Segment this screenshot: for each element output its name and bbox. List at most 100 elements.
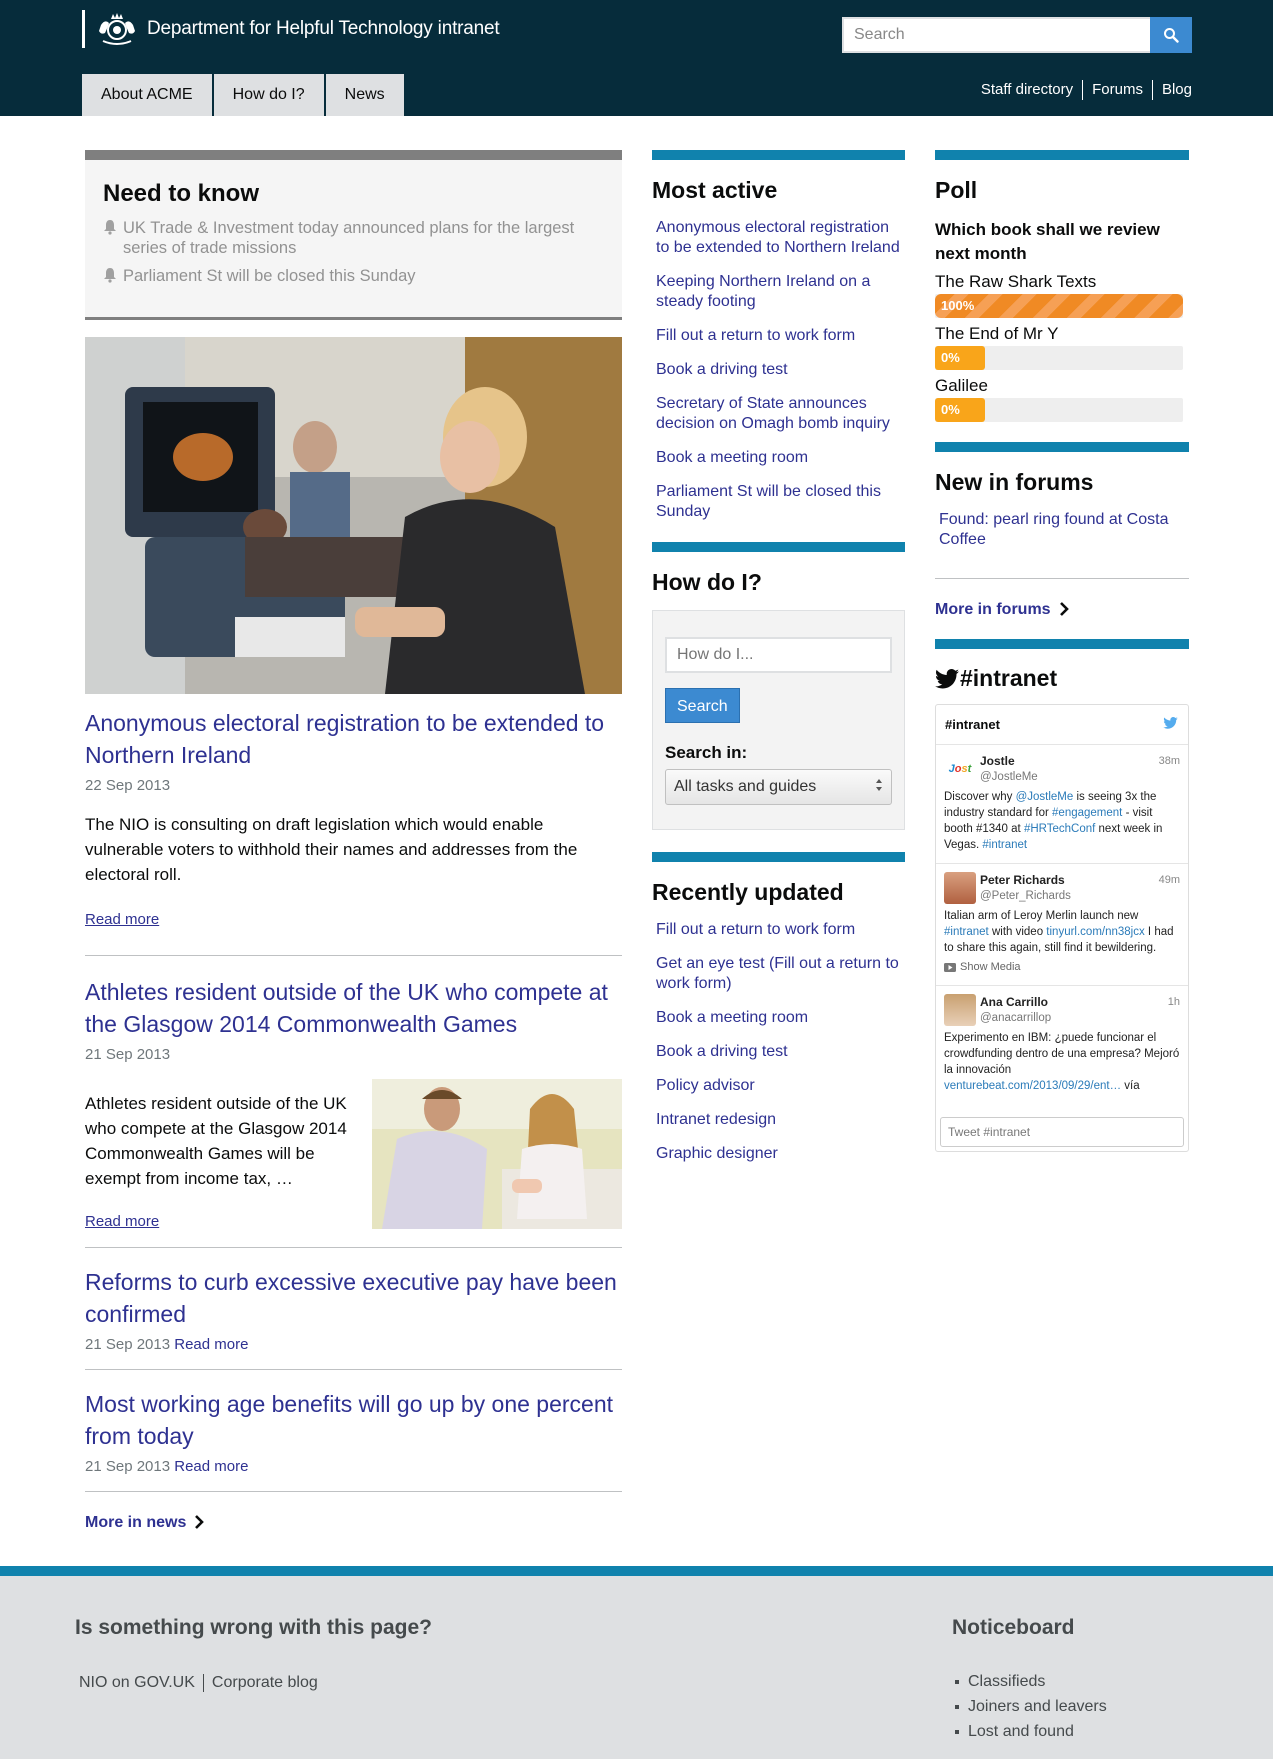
blog-link[interactable]: Blog — [1151, 80, 1192, 100]
avatar[interactable]: Jost — [944, 753, 976, 785]
most-active-link[interactable]: Book a meeting room — [652, 448, 905, 468]
poll-result-fill: 100% — [935, 294, 1183, 318]
avatar[interactable] — [944, 872, 976, 904]
poll-result-fill: 0% — [935, 346, 985, 370]
ultrasound-photo[interactable] — [85, 337, 622, 694]
tab-about-acme[interactable]: About ACME — [82, 74, 214, 116]
section-divider — [935, 442, 1189, 452]
noticeboard-item[interactable]: Joiners and leavers — [955, 1697, 1107, 1716]
how-do-i-heading: How do I? — [652, 569, 762, 595]
footer-link[interactable]: NIO on GOV.UK — [79, 1674, 203, 1692]
tweet-author-handle[interactable]: @anacarrillop — [980, 1010, 1168, 1026]
recently-updated-link[interactable]: Get an eye test (Fill out a return to wo… — [652, 954, 905, 994]
read-more-link[interactable]: Read more — [174, 1336, 248, 1353]
site-footer: Is something wrong with this page? NIO o… — [0, 1566, 1273, 1759]
recently-updated-link[interactable]: Policy advisor — [652, 1076, 905, 1096]
tweet-compose-box[interactable]: Tweet #intranet — [940, 1117, 1184, 1147]
noticeboard-item[interactable]: Lost and found — [955, 1722, 1107, 1741]
site-header: Department for Helpful Technology intran… — [0, 0, 1273, 116]
section-divider — [935, 150, 1189, 160]
more-in-forums-link[interactable]: More in forums — [935, 601, 1189, 619]
tweet-text: Experimento en IBM: ¿puede funcionar el … — [944, 1030, 1180, 1094]
utility-links: Staff directory Forums Blog — [972, 80, 1192, 100]
how-do-i-input[interactable] — [665, 637, 892, 673]
avatar[interactable] — [944, 994, 976, 1026]
footer-link[interactable]: Corporate blog — [202, 1674, 326, 1692]
recently-updated-link[interactable]: Book a meeting room — [652, 1008, 905, 1028]
tweet-author-handle[interactable]: @Peter_Richards — [980, 888, 1159, 904]
tab-news[interactable]: News — [325, 74, 406, 116]
tweet-time[interactable]: 38m — [1159, 753, 1180, 785]
how-do-i-search-button[interactable]: Search — [665, 688, 740, 723]
most-active-link[interactable]: Anonymous electoral registration to be e… — [652, 218, 905, 258]
tweet-author-handle[interactable]: @JostleMe — [980, 769, 1159, 785]
tweet-url-link[interactable]: venturebeat.com/2013/09/29/ent… — [944, 1080, 1121, 1092]
news-item: Reforms to curb excessive executive pay … — [85, 1248, 622, 1370]
twitter-bird-icon[interactable] — [1163, 717, 1178, 732]
poll-option-label[interactable]: Galilee — [935, 376, 1189, 396]
most-active-link[interactable]: Parliament St will be closed this Sunday — [652, 482, 905, 522]
media-play-icon — [944, 962, 956, 972]
news-title-link[interactable]: Anonymous electoral registration to be e… — [85, 707, 622, 771]
search-in-value: All tasks and guides — [674, 778, 817, 795]
tweet-text-part: vía — [1121, 1080, 1140, 1092]
tweet-author-name[interactable]: Ana Carrillo — [980, 994, 1168, 1010]
poll-question: Which book shall we review next month — [935, 220, 1160, 263]
tweet-author-name[interactable]: Jostle — [980, 753, 1159, 769]
site-search-input[interactable] — [842, 17, 1150, 53]
right-column: Poll Which book shall we review next mon… — [935, 150, 1189, 1152]
tweet-time[interactable]: 49m — [1159, 872, 1180, 904]
need-to-know-item[interactable]: UK Trade & Investment today announced pl… — [103, 218, 604, 258]
tweet: Peter Richards @Peter_Richards 49m Itali… — [936, 864, 1188, 986]
poll-option-label[interactable]: The End of Mr Y — [935, 324, 1189, 344]
recently-updated-link[interactable]: Fill out a return to work form — [652, 920, 905, 940]
more-in-forums-label: More in forums — [935, 601, 1051, 618]
tweet-mention-link[interactable]: @JostleMe — [1016, 791, 1074, 803]
news-title-link[interactable]: Most working age benefits will go up by … — [85, 1388, 622, 1452]
search-in-select[interactable]: All tasks and guides — [665, 769, 892, 805]
forums-link[interactable]: Forums — [1082, 80, 1152, 100]
poll-option-label[interactable]: The Raw Shark Texts — [935, 272, 1189, 292]
need-to-know-panel: Need to know UK Trade & Investment today… — [85, 150, 622, 320]
most-active-link[interactable]: Fill out a return to work form — [652, 326, 905, 346]
noticeboard-item[interactable]: Classifieds — [955, 1672, 1107, 1691]
read-more-link[interactable]: Read more — [85, 1213, 159, 1230]
site-brand[interactable]: Department for Helpful Technology intran… — [82, 10, 500, 48]
news-title-link[interactable]: Reforms to curb excessive executive pay … — [85, 1266, 622, 1330]
show-media-link[interactable]: Show Media — [944, 959, 1180, 975]
nurse-child-photo[interactable] — [372, 1079, 622, 1229]
most-active-link[interactable]: Secretary of State announces decision on… — [652, 394, 905, 434]
site-search-button[interactable] — [1150, 17, 1192, 53]
recently-updated-link[interactable]: Book a driving test — [652, 1042, 905, 1062]
forum-post-link[interactable]: Found: pearl ring found at Costa Coffee — [935, 510, 1189, 579]
tweet-hashtag-link[interactable]: #intranet — [944, 926, 989, 938]
news-item: Most working age benefits will go up by … — [85, 1370, 622, 1492]
need-to-know-text: Parliament St will be closed this Sunday — [123, 267, 416, 285]
tweet-text-part: with video — [988, 926, 1047, 938]
most-active-list: Anonymous electoral registration to be e… — [652, 218, 905, 522]
tweet-time[interactable]: 1h — [1168, 994, 1180, 1026]
more-in-news-link[interactable]: More in news — [85, 1514, 622, 1532]
read-more-link[interactable]: Read more — [85, 911, 159, 928]
most-active-link[interactable]: Book a driving test — [652, 360, 905, 380]
tab-how-do-i[interactable]: How do I? — [213, 74, 326, 116]
tweet-url-link[interactable]: tinyurl.com/nn38jcx — [1046, 926, 1144, 938]
recently-updated-link[interactable]: Graphic designer — [652, 1144, 905, 1164]
new-in-forums-heading: New in forums — [935, 469, 1094, 495]
most-active-link[interactable]: Keeping Northern Ireland on a steady foo… — [652, 272, 905, 312]
tweet: Ana Carrillo @anacarrillop 1h Experiment… — [936, 986, 1188, 1104]
news-title-link[interactable]: Athletes resident outside of the UK who … — [85, 976, 622, 1040]
section-divider — [935, 639, 1189, 649]
tweet-author-name[interactable]: Peter Richards — [980, 872, 1159, 888]
recently-updated-link[interactable]: Intranet redesign — [652, 1110, 905, 1130]
tweet-hashtag-link[interactable]: #engagement — [1052, 807, 1122, 819]
read-more-link[interactable]: Read more — [174, 1458, 248, 1475]
tweet-hashtag-link[interactable]: #HRTechConf — [1024, 823, 1095, 835]
staff-directory-link[interactable]: Staff directory — [972, 80, 1082, 100]
need-to-know-item[interactable]: Parliament St will be closed this Sunday — [103, 266, 604, 288]
tweet-hashtag-link[interactable]: #intranet — [982, 839, 1027, 851]
twitter-widget-title[interactable]: #intranet — [945, 717, 1000, 732]
section-divider — [652, 542, 905, 552]
news-date: 21 Sep 2013 — [85, 1046, 171, 1063]
report-problem-heading[interactable]: Is something wrong with this page? — [75, 1616, 432, 1640]
